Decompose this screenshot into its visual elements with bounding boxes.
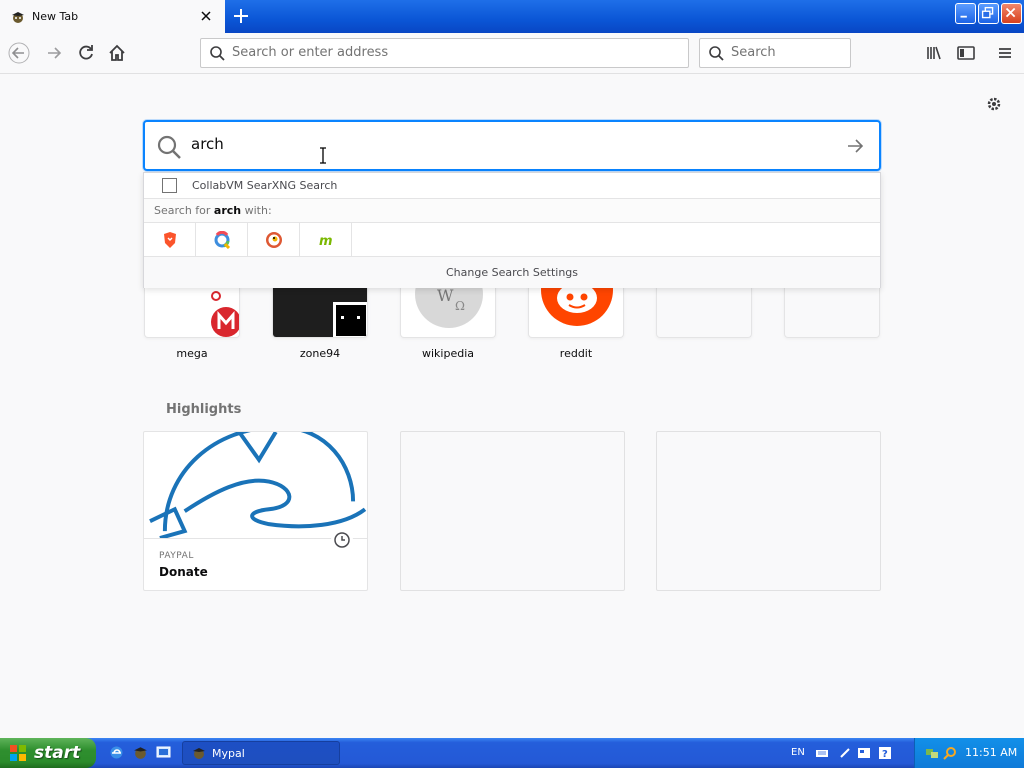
internet-explorer-icon[interactable]	[108, 744, 125, 761]
svg-text:?: ?	[882, 749, 888, 760]
language-bar-icon[interactable]	[857, 746, 871, 760]
pirate-fox-icon[interactable]	[132, 744, 149, 761]
highlight-placeholder	[400, 431, 625, 591]
pirate-fox-icon	[193, 748, 205, 759]
new-tab-plus-icon[interactable]	[231, 6, 251, 26]
tab-title: New Tab	[32, 10, 79, 23]
card-title: Donate	[159, 565, 208, 579]
search-input[interactable]	[731, 45, 841, 60]
mega-logo-icon	[206, 291, 239, 337]
show-desktop-icon[interactable]	[155, 744, 172, 761]
top-site-tile-empty	[784, 286, 880, 347]
language-indicator[interactable]: EN	[791, 747, 805, 758]
taskbar-item-label: Mypal	[212, 746, 245, 760]
svg-text:Ω: Ω	[455, 299, 465, 313]
site-thumbnail	[784, 286, 880, 338]
paypal-hand-illustration	[144, 432, 367, 539]
top-site-tile[interactable]: zone94	[272, 286, 368, 360]
engine-button-mojeek[interactable]: m	[300, 223, 352, 257]
reddit-logo-icon	[541, 286, 613, 326]
forward-icon[interactable]	[43, 42, 65, 64]
suggestion-row[interactable]: CollabVM SearXNG Search	[144, 173, 880, 199]
suggestion-text: CollabVM SearXNG Search	[192, 179, 338, 192]
taskbar: start Mypal EN ? 11:51 AM	[0, 738, 1024, 768]
address-bar[interactable]	[200, 38, 689, 68]
taskbar-item-mypal[interactable]: Mypal	[182, 741, 340, 765]
search-bar[interactable]	[699, 38, 851, 68]
mojeek-icon: m	[319, 234, 333, 249]
search-engine-row: m	[144, 223, 880, 257]
arrow-right-icon[interactable]	[845, 136, 865, 156]
change-search-settings-button[interactable]: Change Search Settings	[144, 257, 880, 288]
top-site-tile[interactable]: reddit	[528, 286, 624, 360]
search-icon	[210, 46, 225, 61]
highlight-placeholder	[656, 431, 881, 591]
checkbox-icon	[162, 178, 177, 193]
address-input[interactable]	[232, 45, 672, 60]
newtab-search-input[interactable]	[191, 135, 831, 153]
search-for-header: Search for arch with:	[144, 199, 880, 223]
site-thumbnail	[528, 286, 624, 338]
search-icon	[157, 135, 181, 159]
site-thumbnail	[144, 286, 240, 338]
clock-icon	[331, 529, 353, 551]
sidebar-icon[interactable]	[955, 42, 977, 64]
site-label: wikipedia	[421, 347, 474, 360]
menu-icon[interactable]	[994, 42, 1016, 64]
help-icon[interactable]: ?	[878, 746, 892, 760]
keyboard-icon[interactable]	[815, 746, 829, 760]
wikipedia-globe-icon: W Ω	[415, 286, 483, 328]
site-label: reddit	[559, 347, 593, 360]
pirate-fox-icon	[12, 11, 24, 23]
gear-icon[interactable]	[985, 95, 1003, 113]
system-tray: 11:51 AM	[914, 738, 1024, 768]
close-tab-icon[interactable]	[199, 9, 213, 23]
minimize-button[interactable]	[955, 3, 976, 24]
search-term: arch	[213, 204, 242, 217]
site-label: zone94	[299, 347, 341, 360]
highlight-card[interactable]: PAYPAL Donate	[143, 431, 368, 591]
text-cursor-icon	[320, 147, 326, 164]
search-for-label: Search for arch with:	[154, 204, 272, 217]
restore-button[interactable]	[978, 3, 999, 24]
engine-button-brave[interactable]	[144, 223, 196, 257]
engine-button-qwant[interactable]	[196, 223, 248, 257]
highlights-heading: Highlights	[166, 402, 242, 417]
reload-icon[interactable]	[75, 42, 97, 64]
tab-new-tab[interactable]: New Tab	[0, 0, 225, 33]
close-window-button[interactable]	[1001, 3, 1022, 24]
navigation-toolbar	[0, 33, 1024, 74]
tab-strip: New Tab	[0, 0, 1024, 33]
library-icon[interactable]	[923, 42, 945, 64]
site-thumbnail	[656, 286, 752, 338]
top-site-tile[interactable]: mega	[144, 286, 240, 360]
duckduckgo-icon	[266, 232, 282, 248]
start-label: start	[34, 743, 81, 763]
start-button[interactable]: start	[0, 738, 96, 768]
site-thumbnail: W Ω	[400, 286, 496, 338]
search-tray-icon[interactable]	[943, 746, 957, 760]
top-site-tile-empty	[656, 286, 752, 347]
svg-text:W: W	[437, 286, 454, 305]
clock-time[interactable]: 11:51 AM	[965, 746, 1017, 759]
engine-button-duckduckgo[interactable]	[248, 223, 300, 257]
site-thumbnail	[272, 286, 368, 338]
svg-text:m: m	[319, 234, 333, 249]
network-icon[interactable]	[925, 746, 939, 760]
newtab-search-box[interactable]	[143, 120, 881, 171]
brave-icon	[164, 232, 176, 248]
site-label: mega	[176, 347, 208, 360]
top-site-tile[interactable]: W Ω wikipedia	[400, 286, 496, 360]
pen-icon[interactable]	[838, 746, 852, 760]
home-icon[interactable]	[106, 42, 128, 64]
card-host: PAYPAL	[159, 551, 194, 561]
back-icon[interactable]	[8, 42, 30, 64]
windows-flag-icon	[10, 745, 26, 761]
zone94-logo-icon	[333, 302, 367, 337]
qwant-icon	[214, 231, 231, 249]
search-suggestions-dropdown: CollabVM SearXNG Search Search for arch …	[143, 172, 881, 288]
search-icon	[709, 46, 724, 61]
